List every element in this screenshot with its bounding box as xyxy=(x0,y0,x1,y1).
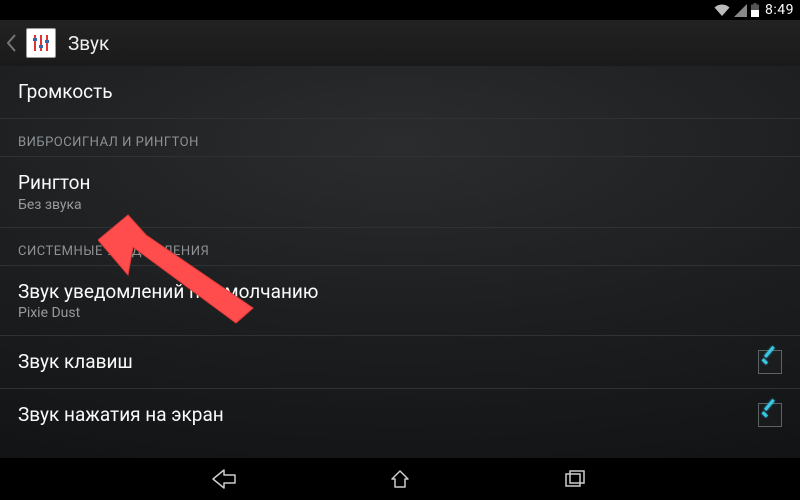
dialpad-sounds-checkbox[interactable] xyxy=(758,350,782,374)
page-title: Звук xyxy=(68,32,109,55)
battery-icon xyxy=(751,3,759,17)
volume-label: Громкость xyxy=(18,80,113,104)
ringtone-row[interactable]: Рингтон Без звука xyxy=(0,157,800,228)
nav-recent-button[interactable] xyxy=(558,461,594,497)
default-notification-title: Звук уведомлений по умолчанию xyxy=(18,280,318,304)
status-bar: 8:49 xyxy=(0,0,800,20)
ringtone-value: Без звука xyxy=(18,197,90,213)
settings-list: Громкость ВИБРОСИГНАЛ И РИНГТОН Рингтон … xyxy=(0,66,800,458)
back-button[interactable] xyxy=(4,20,20,66)
nav-home-button[interactable] xyxy=(382,461,418,497)
section-vibration-ringtone: ВИБРОСИГНАЛ И РИНГТОН xyxy=(0,119,800,157)
signal-icon xyxy=(734,4,747,17)
equalizer-icon[interactable] xyxy=(26,28,56,58)
wifi-icon xyxy=(714,4,730,17)
volume-row[interactable]: Громкость xyxy=(0,66,800,119)
default-notification-row[interactable]: Звук уведомлений по умолчанию Pixie Dust xyxy=(0,266,800,337)
touch-sounds-title: Звук нажатия на экран xyxy=(18,403,224,427)
nav-back-button[interactable] xyxy=(206,461,242,497)
app-bar: Звук xyxy=(0,20,800,67)
default-notification-value: Pixie Dust xyxy=(18,305,318,321)
dialpad-sounds-row[interactable]: Звук клавиш xyxy=(0,336,800,389)
status-clock: 8:49 xyxy=(765,2,794,18)
section-system: СИСТЕМНЫЕ УВЕДОМЛЕНИЯ xyxy=(0,228,800,266)
navigation-bar xyxy=(0,458,800,500)
dialpad-sounds-title: Звук клавиш xyxy=(18,350,133,374)
touch-sounds-checkbox[interactable] xyxy=(758,403,782,427)
ringtone-title: Рингтон xyxy=(18,171,90,195)
touch-sounds-row[interactable]: Звук нажатия на экран xyxy=(0,389,800,431)
